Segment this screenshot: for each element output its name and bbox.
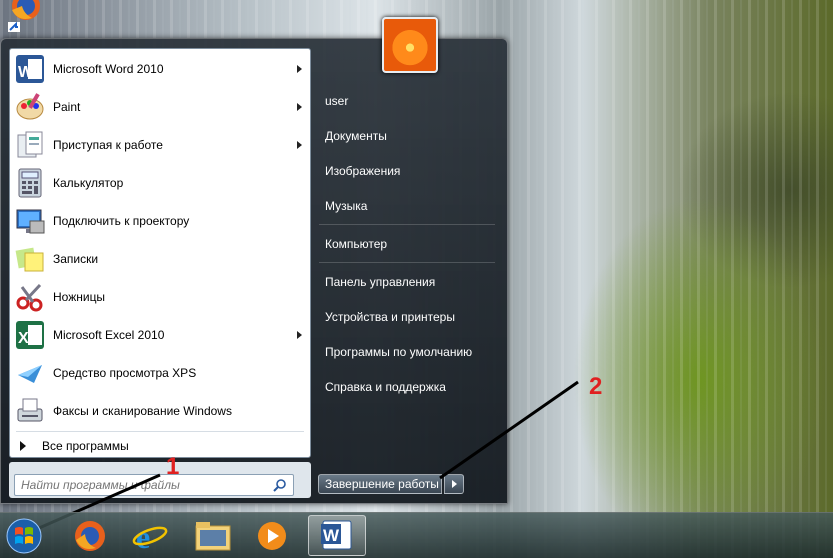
media-player-icon [258,522,286,550]
internet-explorer-icon: e [132,519,168,555]
annotation-lines [29,380,579,534]
firefox-icon [75,521,105,551]
annotation-label-1: 1 [166,453,180,480]
taskbar-explorer[interactable] [186,516,240,556]
svg-text:W: W [323,526,340,545]
word-icon: W [321,520,352,550]
explorer-folder-icon [195,522,231,551]
taskbar-internet-explorer[interactable]: e [124,516,178,556]
taskbar-firefox[interactable] [64,516,118,556]
taskbar: e [0,512,833,558]
start-orb-icon [6,518,42,554]
taskbar-media-player[interactable] [246,516,300,556]
start-button[interactable] [0,516,54,556]
annotation-label-2: 2 [589,373,603,400]
taskbar-word[interactable]: W [308,515,366,556]
